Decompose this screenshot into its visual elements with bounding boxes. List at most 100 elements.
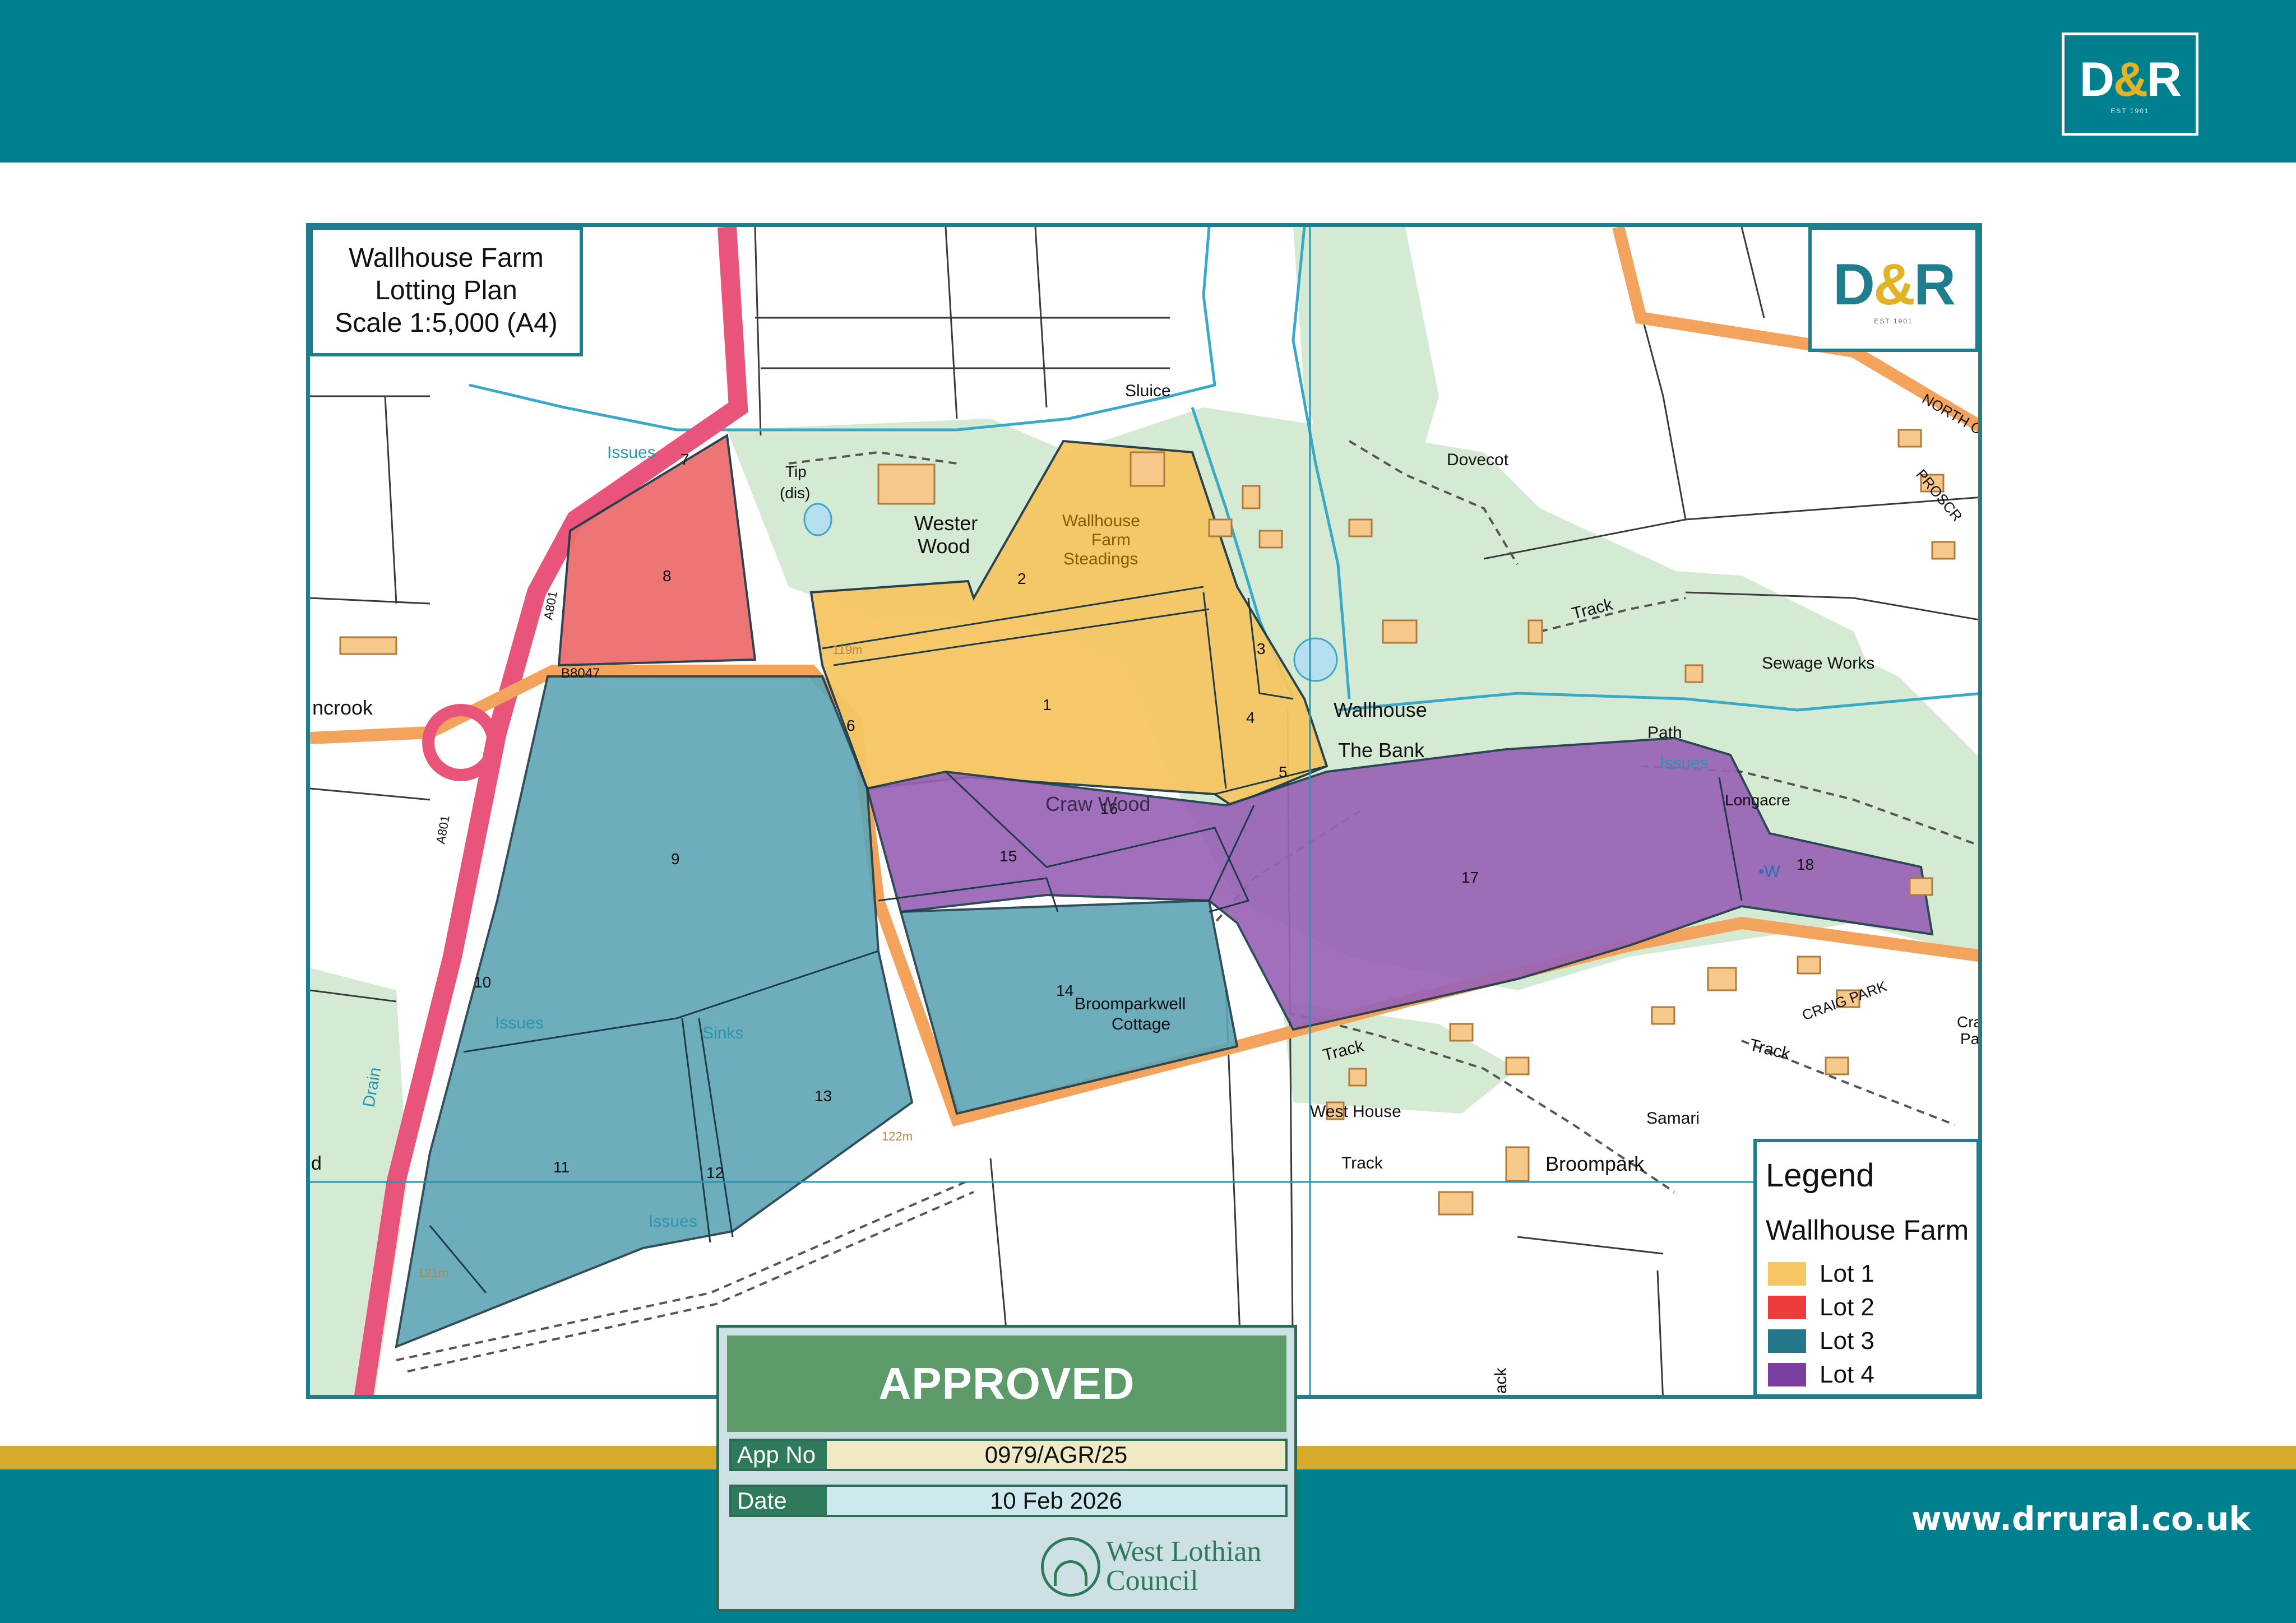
label-height: 121m [418, 1266, 448, 1280]
lot-3-parcel-14 [899, 899, 1239, 1115]
label-sluice: Sluice [1125, 382, 1171, 400]
legend-item: Lot 4 [1768, 1361, 1970, 1389]
label-issues: Issues [649, 1212, 697, 1231]
date-row: Date 10 Feb 2026 [729, 1485, 1288, 1517]
label-samari: Samari [1646, 1109, 1700, 1128]
map-title: Wallhouse Farm [349, 243, 544, 273]
website-link[interactable]: www.drrural.co.uk [1911, 1500, 2251, 1538]
brand-est: EST 1901 [2110, 107, 2150, 115]
legend-label: Lot 4 [1820, 1361, 1874, 1388]
map-legend: Legend Wallhouse Farm Lot 1 Lot 2 Lot 3 … [1753, 1139, 1980, 1398]
lot-number: 13 [814, 1087, 832, 1105]
map-brand-logo: D&R EST 1901 [1808, 226, 1979, 352]
lot-parcels [395, 433, 1934, 1349]
app-no-row: App No 0979/AGR/25 [729, 1439, 1288, 1471]
label-tip: Tip [785, 463, 807, 480]
legend-item: Lot 1 [1768, 1260, 1970, 1288]
label-broomparkwell: Broomparkwell [1075, 995, 1186, 1013]
map-title-box: Wallhouse Farm Lotting Plan Scale 1:5,00… [309, 226, 583, 356]
header-bar [0, 0, 2296, 163]
lot-number: 9 [671, 850, 680, 868]
label-cottage: Cottage [1112, 1015, 1170, 1033]
tip-pond [803, 503, 832, 536]
map-brand-mark: D&R [1832, 252, 1956, 317]
label-farm: Farm [1091, 531, 1131, 549]
label-ncrook: ncrook [312, 696, 373, 719]
label-broompark: Broompark [1545, 1152, 1645, 1175]
pond [1293, 637, 1338, 682]
council-name-line1: West Lothian [1106, 1536, 1262, 1568]
label-track: Track [1341, 1154, 1383, 1172]
council-logo: West Lothian Council [1041, 1535, 1288, 1605]
label-steadings: Steadings [1063, 550, 1138, 568]
label-issues: Issues [495, 1014, 544, 1032]
label-d: d [311, 1153, 322, 1174]
label-height: 119m [832, 643, 862, 657]
label-wester: Wester [914, 512, 978, 535]
brand-logo: D&R EST 1901 [2062, 33, 2198, 136]
legend-item: Lot 3 [1768, 1327, 1970, 1355]
label-dovecot: Dovecot [1447, 451, 1509, 469]
label-issues: Issues [607, 443, 656, 462]
lot-number: 10 [474, 973, 491, 991]
label-west-house: West House [1310, 1102, 1401, 1121]
approval-stamp: APPROVED App No 0979/AGR/25 Date 10 Feb … [716, 1325, 1297, 1612]
lot-number: 2 [1017, 570, 1026, 587]
date-value: 10 Feb 2026 [990, 1487, 1122, 1514]
approval-status: APPROVED [727, 1336, 1286, 1432]
app-no-value: 0979/AGR/25 [984, 1441, 1128, 1468]
lot-number: 1 [1043, 696, 1052, 713]
app-no-label: App No [732, 1441, 827, 1469]
lot-number: 4 [1246, 709, 1255, 726]
lot-number: 18 [1797, 856, 1814, 873]
lot-number: 12 [706, 1164, 724, 1181]
lot-number: 5 [1279, 763, 1288, 781]
label-sinks: Sinks [702, 1024, 743, 1042]
legend-subtitle: Wallhouse Farm [1766, 1214, 1969, 1246]
lotting-plan-map: 1 2 3 4 5 6 7 8 9 10 11 12 13 14 15 16 1… [306, 223, 1982, 1399]
label-wallhouse-farm: Wallhouse [1062, 512, 1140, 530]
legend-swatch [1768, 1363, 1806, 1386]
lot-number: 6 [846, 717, 855, 734]
legend-label: Lot 3 [1820, 1327, 1874, 1355]
map-brand-est: EST 1901 [1874, 317, 1913, 325]
label-path: Path [1647, 724, 1682, 742]
label-longacre: Longacre [1725, 791, 1790, 809]
label-issues: Issues [1660, 754, 1709, 772]
label-the-bank: The Bank [1338, 739, 1425, 762]
lot-number: 15 [999, 847, 1017, 865]
lot-number: 8 [663, 567, 672, 585]
legend-swatch [1768, 1262, 1806, 1286]
label-wood: Wood [918, 535, 970, 558]
lot-number: 11 [553, 1158, 570, 1176]
lot-number: 3 [1257, 640, 1266, 657]
council-emblem-icon [1041, 1537, 1100, 1597]
label-sewage-works: Sewage Works [1762, 654, 1874, 673]
label-cra: Cra [1957, 1013, 1982, 1031]
label-craw-wood: Craw Wood [1045, 792, 1150, 815]
legend-label: Lot 2 [1820, 1293, 1874, 1321]
label-tip-dis: (dis) [780, 484, 810, 502]
label-craig-park: CRAIG PARK [1800, 977, 1890, 1024]
council-name: West Lothian Council [1106, 1537, 1261, 1596]
label-a801: A801 [433, 814, 452, 845]
legend-item: Lot 2 [1768, 1293, 1970, 1321]
label-b8047: B8047 [561, 666, 600, 681]
label-track: Track [1747, 1036, 1793, 1064]
label-wallhouse: Wallhouse [1334, 698, 1427, 721]
lot-number: 17 [1461, 869, 1479, 886]
label-height: 122m [882, 1129, 913, 1143]
lot-number: 7 [681, 451, 689, 468]
label-north: NORTH C [1919, 390, 1982, 438]
lot-number: 14 [1056, 982, 1073, 999]
map-subtitle: Lotting Plan [375, 276, 517, 305]
legend-swatch [1768, 1329, 1806, 1353]
date-label: Date [732, 1487, 827, 1515]
council-name-line2: Council [1106, 1565, 1198, 1597]
label-track: ack [1492, 1367, 1510, 1394]
map-scale: Scale 1:5,000 (A4) [335, 308, 558, 338]
legend-title: Legend [1766, 1157, 1874, 1194]
label-w: •W [1758, 862, 1781, 881]
legend-swatch [1768, 1296, 1806, 1319]
label-pa: Pa [1960, 1030, 1980, 1047]
